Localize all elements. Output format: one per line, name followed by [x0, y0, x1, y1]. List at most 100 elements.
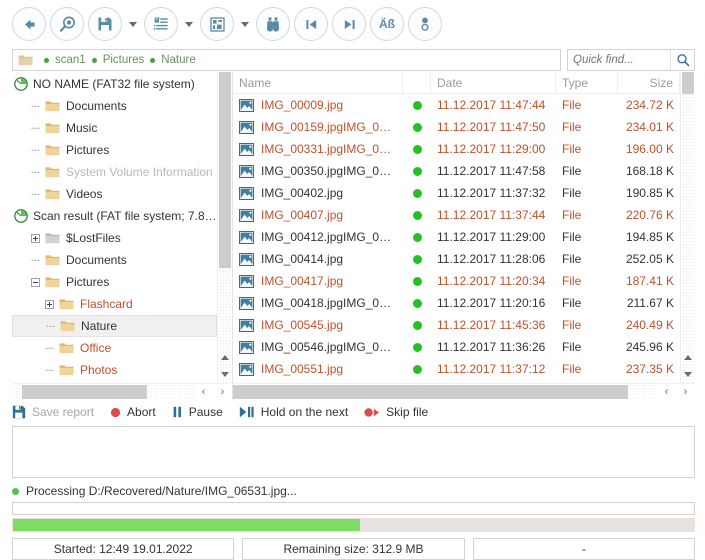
- tree-node-scan-result-fat-file-system-7-86-gb-in[interactable]: Scan result (FAT file system; 7.86 GB in: [12, 205, 217, 227]
- cell-name[interactable]: IMG_00402.jpg: [233, 182, 403, 204]
- view-mode-button[interactable]: [200, 7, 234, 41]
- skip-file-action[interactable]: Skip file: [364, 405, 428, 419]
- table-row[interactable]: IMG_00417.jpg 11.12.2017 11:20:34 File 187.…: [233, 270, 680, 292]
- column-header-flag[interactable]: [403, 72, 431, 94]
- tree-node-system-volume-information[interactable]: System Volume Information: [12, 161, 217, 183]
- search-input[interactable]: [568, 50, 670, 70]
- breadcrumb[interactable]: scan1 Pictures Nature: [12, 49, 561, 71]
- expander-plus-icon[interactable]: [42, 293, 57, 315]
- list-hscroll-right-arrow[interactable]: ›: [676, 384, 695, 400]
- tree-hscroll-left-arrow[interactable]: ‹: [194, 384, 213, 400]
- user-button[interactable]: [408, 7, 442, 41]
- table-row[interactable]: IMG_00545.jpg 11.12.2017 11:45:36 File 240.…: [233, 314, 680, 336]
- green-dot-icon: [412, 166, 422, 176]
- cell-name[interactable]: IMG_00350.jpgIMG_0033...: [233, 160, 403, 182]
- list-hscroll-thumb[interactable]: [233, 385, 628, 399]
- list-scroll-up-arrow[interactable]: [681, 349, 695, 366]
- tree-node-lostfiles[interactable]: $LostFiles: [12, 227, 217, 249]
- column-header-type[interactable]: Type: [556, 72, 618, 94]
- tree-node-nature[interactable]: Nature: [12, 315, 217, 337]
- list-vertical-scrollbar[interactable]: [680, 72, 695, 383]
- hold-on-next-action[interactable]: Hold on the next: [239, 405, 348, 419]
- tree-scroll-up-arrow[interactable]: [218, 349, 232, 366]
- tree-connector-icon: [42, 359, 57, 381]
- table-row[interactable]: IMG_00402.jpg 11.12.2017 11:37:32 File 190.…: [233, 182, 680, 204]
- tree-node-pictures[interactable]: Pictures: [12, 271, 217, 293]
- tree-node-flashcard[interactable]: Flashcard: [12, 293, 217, 315]
- save-button-caret[interactable]: [126, 7, 140, 41]
- cell-name[interactable]: IMG_00418.jpgIMG_0041...: [233, 292, 403, 314]
- breadcrumb-label: Pictures: [102, 54, 145, 66]
- table-row[interactable]: IMG_00551.jpg 11.12.2017 11:37:12 File 237.…: [233, 358, 680, 380]
- column-header-size[interactable]: Size: [618, 72, 680, 94]
- tree-node-documents[interactable]: Documents: [12, 249, 217, 271]
- table-row[interactable]: IMG_00412.jpgIMG_0040... 11.12.2017 11:29…: [233, 226, 680, 248]
- cell-name[interactable]: IMG_00551.jpg: [233, 358, 403, 380]
- tree-node-photos[interactable]: Photos: [12, 359, 217, 381]
- tree-scroll-thumb[interactable]: [219, 72, 231, 268]
- back-button[interactable]: [12, 7, 46, 41]
- quick-find-box[interactable]: [567, 49, 695, 71]
- breadcrumb-item-pictures[interactable]: Pictures: [88, 54, 145, 66]
- abort-action[interactable]: Abort: [110, 405, 156, 419]
- breadcrumb-item-nature[interactable]: Nature: [146, 54, 196, 66]
- action-label: Skip file: [386, 405, 429, 419]
- table-row[interactable]: IMG_00159.jpgIMG_0000... 11.12.2017 11:47…: [233, 116, 680, 138]
- scan-button[interactable]: [50, 7, 84, 41]
- cell-flag: [403, 94, 431, 116]
- list-scroll-down-arrow[interactable]: [681, 366, 695, 383]
- find-button[interactable]: [256, 7, 290, 41]
- list-options-button[interactable]: [144, 7, 178, 41]
- tree-node-pictures[interactable]: Pictures: [12, 139, 217, 161]
- cell-name[interactable]: IMG_00331.jpgIMG_0015...: [233, 138, 403, 160]
- cell-name[interactable]: IMG_00412.jpgIMG_0040...: [233, 226, 403, 248]
- view-mode-caret[interactable]: [238, 7, 252, 41]
- tree-node-videos[interactable]: Videos: [12, 183, 217, 205]
- tree-hscroll-thumb[interactable]: [22, 385, 147, 399]
- save-button[interactable]: [88, 7, 122, 41]
- cell-type: File: [562, 318, 582, 332]
- cell-name[interactable]: IMG_00545.jpg: [233, 314, 403, 336]
- previous-button[interactable]: [294, 7, 328, 41]
- table-row[interactable]: IMG_00407.jpg 11.12.2017 11:37:44 File 220.…: [233, 204, 680, 226]
- log-output-box[interactable]: [12, 426, 695, 478]
- encoding-button[interactable]: Äß: [370, 7, 404, 41]
- tree-hscroll-right-arrow[interactable]: ›: [213, 384, 232, 400]
- table-row[interactable]: IMG_00414.jpg 11.12.2017 11:28:06 File 252.…: [233, 248, 680, 270]
- cell-name[interactable]: IMG_00009.jpg: [233, 94, 403, 116]
- tree-vertical-scrollbar[interactable]: [217, 72, 232, 383]
- expander-plus-icon[interactable]: [28, 227, 43, 249]
- cell-name[interactable]: IMG_00546.jpgIMG_0054...: [233, 336, 403, 358]
- column-header-name[interactable]: Name: [233, 72, 403, 94]
- cell-name[interactable]: IMG_00417.jpg: [233, 270, 403, 292]
- next-button[interactable]: [332, 7, 366, 41]
- tree-node-music[interactable]: Music: [12, 117, 217, 139]
- breadcrumb-label: Nature: [161, 54, 196, 66]
- list-options-caret[interactable]: [182, 7, 196, 41]
- table-row[interactable]: IMG_00331.jpgIMG_0015... 11.12.2017 11:29…: [233, 138, 680, 160]
- tree-node-documents[interactable]: Documents: [12, 95, 217, 117]
- image-file-icon: [239, 274, 254, 288]
- breadcrumb-item-scan1[interactable]: scan1: [40, 54, 86, 66]
- tree-node-label: $LostFiles: [66, 231, 121, 245]
- table-row[interactable]: IMG_00350.jpgIMG_0033... 11.12.2017 11:47…: [233, 160, 680, 182]
- table-row[interactable]: IMG_00546.jpgIMG_0054... 11.12.2017 11:36…: [233, 336, 680, 358]
- list-horizontal-scrollbar[interactable]: ‹ ›: [233, 383, 695, 400]
- table-row[interactable]: IMG_00009.jpg 11.12.2017 11:47:44 File 234.…: [233, 94, 680, 116]
- tree-horizontal-scrollbar[interactable]: ‹ ›: [12, 383, 232, 400]
- cell-type: File: [562, 120, 582, 134]
- tree-scroll-down-arrow[interactable]: [218, 366, 232, 383]
- tree-node-label: Pictures: [66, 143, 110, 157]
- table-row[interactable]: IMG_00418.jpgIMG_0041... 11.12.2017 11:20…: [233, 292, 680, 314]
- cell-name[interactable]: IMG_00407.jpg: [233, 204, 403, 226]
- list-scroll-thumb[interactable]: [682, 72, 694, 94]
- column-header-date[interactable]: Date: [431, 72, 556, 94]
- list-hscroll-left-arrow[interactable]: ‹: [657, 384, 676, 400]
- tree-node-office[interactable]: Office: [12, 337, 217, 359]
- expander-minus-icon[interactable]: [28, 271, 43, 293]
- cell-name[interactable]: IMG_00159.jpgIMG_0000...: [233, 116, 403, 138]
- tree-node-no-name-fat32-file-system[interactable]: NO NAME (FAT32 file system): [12, 73, 217, 95]
- cell-name[interactable]: IMG_00414.jpg: [233, 248, 403, 270]
- pause-action[interactable]: Pause: [172, 405, 223, 419]
- search-button[interactable]: [670, 50, 694, 70]
